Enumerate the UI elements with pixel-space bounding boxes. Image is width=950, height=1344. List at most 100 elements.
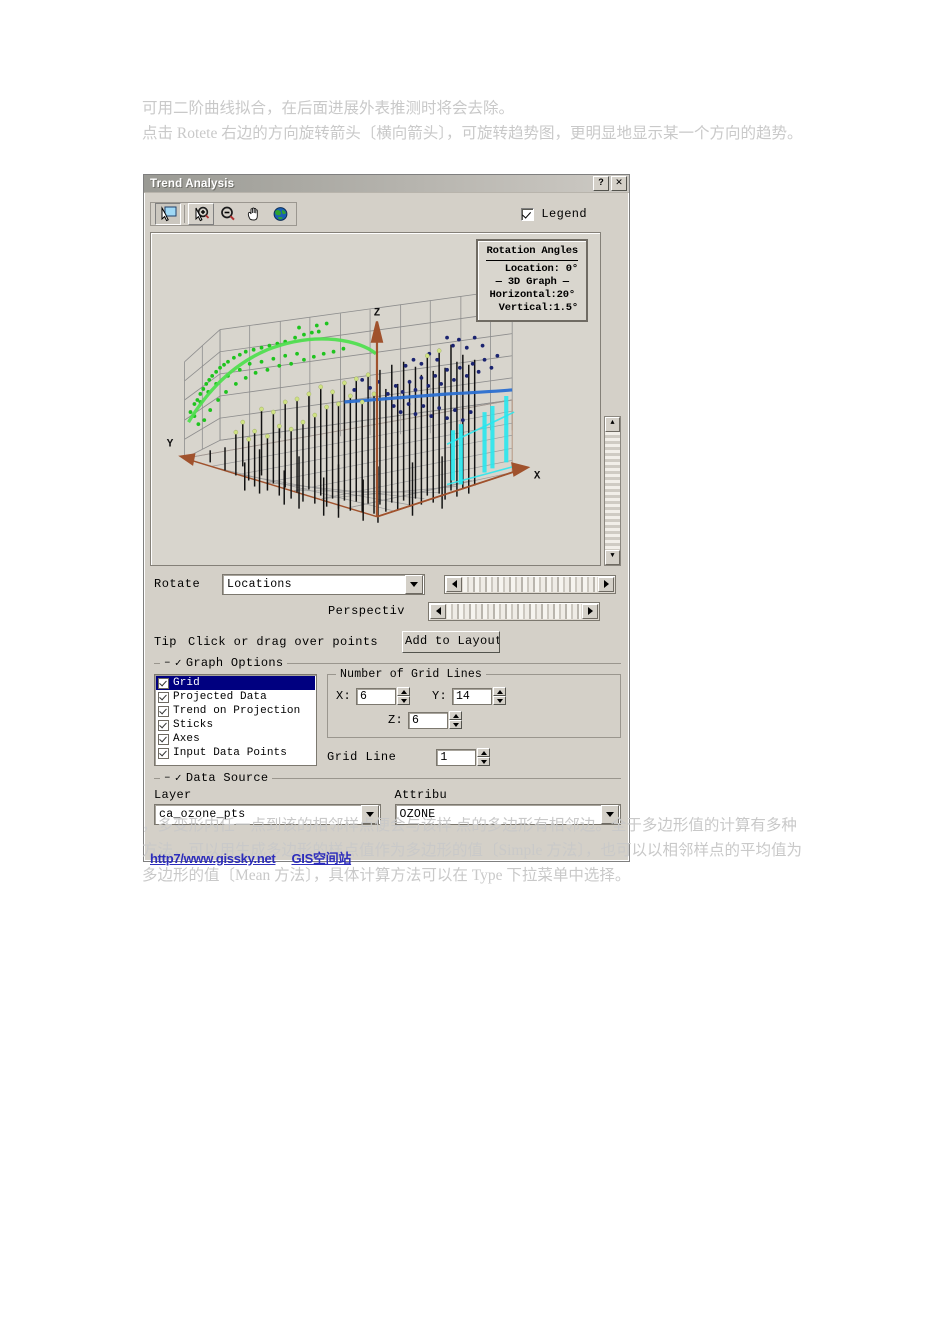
option-checkbox[interactable] (158, 677, 169, 689)
svg-text:Y: Y (167, 438, 174, 450)
grid-y-stepper[interactable]: 14 (452, 687, 507, 705)
group-check-icon: ✓ (174, 773, 182, 785)
perspective-slider-left-arrow-icon[interactable] (430, 603, 446, 619)
scrollbar-track[interactable] (605, 432, 620, 550)
watermark-url: http7/www.gissky.net (150, 851, 276, 866)
option-label: Input Data Points (173, 747, 287, 759)
grid-line-input[interactable]: 1 (436, 748, 477, 766)
perspective-label: Perspectiv (327, 604, 405, 618)
spin-down-icon[interactable] (477, 757, 491, 766)
option-label: Grid (173, 677, 200, 689)
grid-x-stepper[interactable]: 6 (356, 687, 411, 705)
list-item[interactable]: Projected Data (156, 690, 315, 704)
window-titlebar[interactable]: Trend Analysis ? ✕ (144, 175, 629, 193)
legend-toggle[interactable]: Legend (521, 207, 621, 221)
rotation-horizontal: Horizontal:20° (489, 289, 576, 301)
grid-y-label: Y: (432, 689, 448, 703)
rotate-slider-right-arrow-icon[interactable] (598, 576, 614, 592)
graph-options-group: – ✓ Graph Options Grid Projected Data Tr… (154, 656, 621, 766)
graph-options-label: Graph Options (185, 656, 284, 670)
grid-lines-group: Number of Grid Lines X: 6 Y: 14 Z: 6 (327, 668, 621, 738)
scroll-up-icon[interactable]: ▲ (605, 417, 620, 432)
toolbar: Legend (144, 193, 629, 232)
grid-y-spin-buttons[interactable] (493, 687, 507, 705)
graph-area: Z X Y X Y Z Rotation Angles Location: 0°… (150, 232, 621, 566)
grid-z-spin-buttons[interactable] (449, 711, 463, 729)
close-icon[interactable]: ✕ (611, 176, 627, 191)
graph-options-title-bar[interactable]: – ✓ Graph Options (160, 656, 288, 670)
graph-vertical-scrollbar[interactable]: ▲ ▼ (604, 416, 621, 566)
grid-z-input[interactable]: 6 (408, 711, 449, 729)
chevron-down-icon[interactable] (405, 574, 423, 594)
rotation-controls: Rotate Locations Perspectiv Tip Click or… (144, 566, 629, 655)
rotation-angles-legend: Rotation Angles Location: 0° — 3D Graph … (476, 239, 588, 322)
pan-hand-tool[interactable] (242, 204, 266, 224)
document-paragraph-top: 可用二阶曲线拟合，在后面进展外表推测时将会去除。 点击 Rotete 右边的方向… (142, 100, 803, 142)
option-label: Trend on Projection (173, 705, 301, 717)
zoom-out-tool[interactable] (216, 204, 240, 224)
svg-text:X: X (534, 470, 541, 482)
data-source-title-bar[interactable]: – ✓ Data Source (160, 771, 273, 785)
watermark-site: GIS空间站 (291, 851, 352, 866)
collapse-icon[interactable]: – (164, 772, 171, 784)
svg-text:Z: Z (374, 307, 381, 319)
spin-up-icon[interactable] (449, 711, 463, 720)
spin-down-icon[interactable] (493, 696, 507, 705)
option-checkbox[interactable] (158, 691, 169, 703)
spin-down-icon[interactable] (449, 720, 463, 729)
rotate-row: Rotate Locations (154, 572, 621, 596)
grid-x-input[interactable]: 6 (356, 687, 397, 705)
perspective-row: Perspectiv (154, 599, 621, 623)
legend-label: Legend (541, 207, 587, 221)
rotate-slider-left-arrow-icon[interactable] (446, 576, 462, 592)
rotate-slider[interactable] (444, 574, 616, 594)
site-watermark: http7/www.gissky.net GIS空间站 (150, 848, 351, 867)
grid-line-label: Grid Line (327, 750, 397, 764)
collapse-icon[interactable]: – (164, 657, 171, 669)
zoom-in-tool[interactable] (188, 203, 214, 225)
toolbar-separator (184, 205, 185, 223)
perspective-slider-right-arrow-icon[interactable] (582, 603, 598, 619)
grid-line-spin-buttons[interactable] (477, 748, 491, 766)
tip-label: Tip (154, 635, 177, 649)
rotate-label: Rotate (154, 577, 201, 591)
grid-y-input[interactable]: 14 (452, 687, 493, 705)
list-item[interactable]: Axes (156, 732, 315, 746)
legend-checkbox[interactable] (521, 207, 535, 221)
option-checkbox[interactable] (158, 747, 169, 759)
grid-x-spin-buttons[interactable] (397, 687, 411, 705)
rotation-legend-title: Rotation Angles (486, 245, 578, 261)
perspective-slider[interactable] (428, 601, 600, 621)
list-item[interactable]: Grid (156, 676, 315, 690)
graph-options-list[interactable]: Grid Projected Data Trend on Projection … (154, 674, 317, 766)
list-item[interactable]: Trend on Projection (156, 704, 315, 718)
option-checkbox[interactable] (158, 705, 169, 717)
globe-full-extent-icon[interactable] (268, 204, 292, 224)
tool-group (150, 202, 297, 226)
spin-down-icon[interactable] (397, 696, 411, 705)
option-label: Projected Data (173, 691, 267, 703)
option-checkbox[interactable] (158, 733, 169, 745)
list-item[interactable]: Input Data Points (156, 746, 315, 760)
tip-message: Click or drag over points (188, 635, 379, 649)
layer-label: Layer (154, 788, 192, 802)
rotate-slider-track[interactable] (463, 576, 597, 592)
grid-z-label: Z: (388, 713, 404, 727)
tip-row: Tip Click or drag over points Add to Lay… (154, 629, 621, 655)
select-tool[interactable] (155, 203, 181, 225)
list-item[interactable]: Sticks (156, 718, 315, 732)
help-button[interactable]: ? (593, 176, 609, 191)
rotate-dropdown[interactable]: Locations (222, 573, 425, 595)
spin-up-icon[interactable] (397, 687, 411, 696)
grid-line-stepper[interactable]: 1 (436, 748, 491, 766)
spin-up-icon[interactable] (493, 687, 507, 696)
scroll-down-icon[interactable]: ▼ (605, 550, 620, 565)
trend-3d-plot[interactable]: Z X Y X Y Z Rotation Angles Location: 0°… (150, 232, 601, 566)
perspective-slider-track[interactable] (447, 603, 581, 619)
spin-up-icon[interactable] (477, 748, 491, 757)
add-to-layout-button[interactable]: Add to Layout (402, 631, 501, 653)
option-checkbox[interactable] (158, 719, 169, 731)
data-source-label: Data Source (185, 771, 269, 785)
grid-z-stepper[interactable]: 6 (408, 711, 463, 729)
titlebar-buttons: ? ✕ (593, 176, 627, 191)
